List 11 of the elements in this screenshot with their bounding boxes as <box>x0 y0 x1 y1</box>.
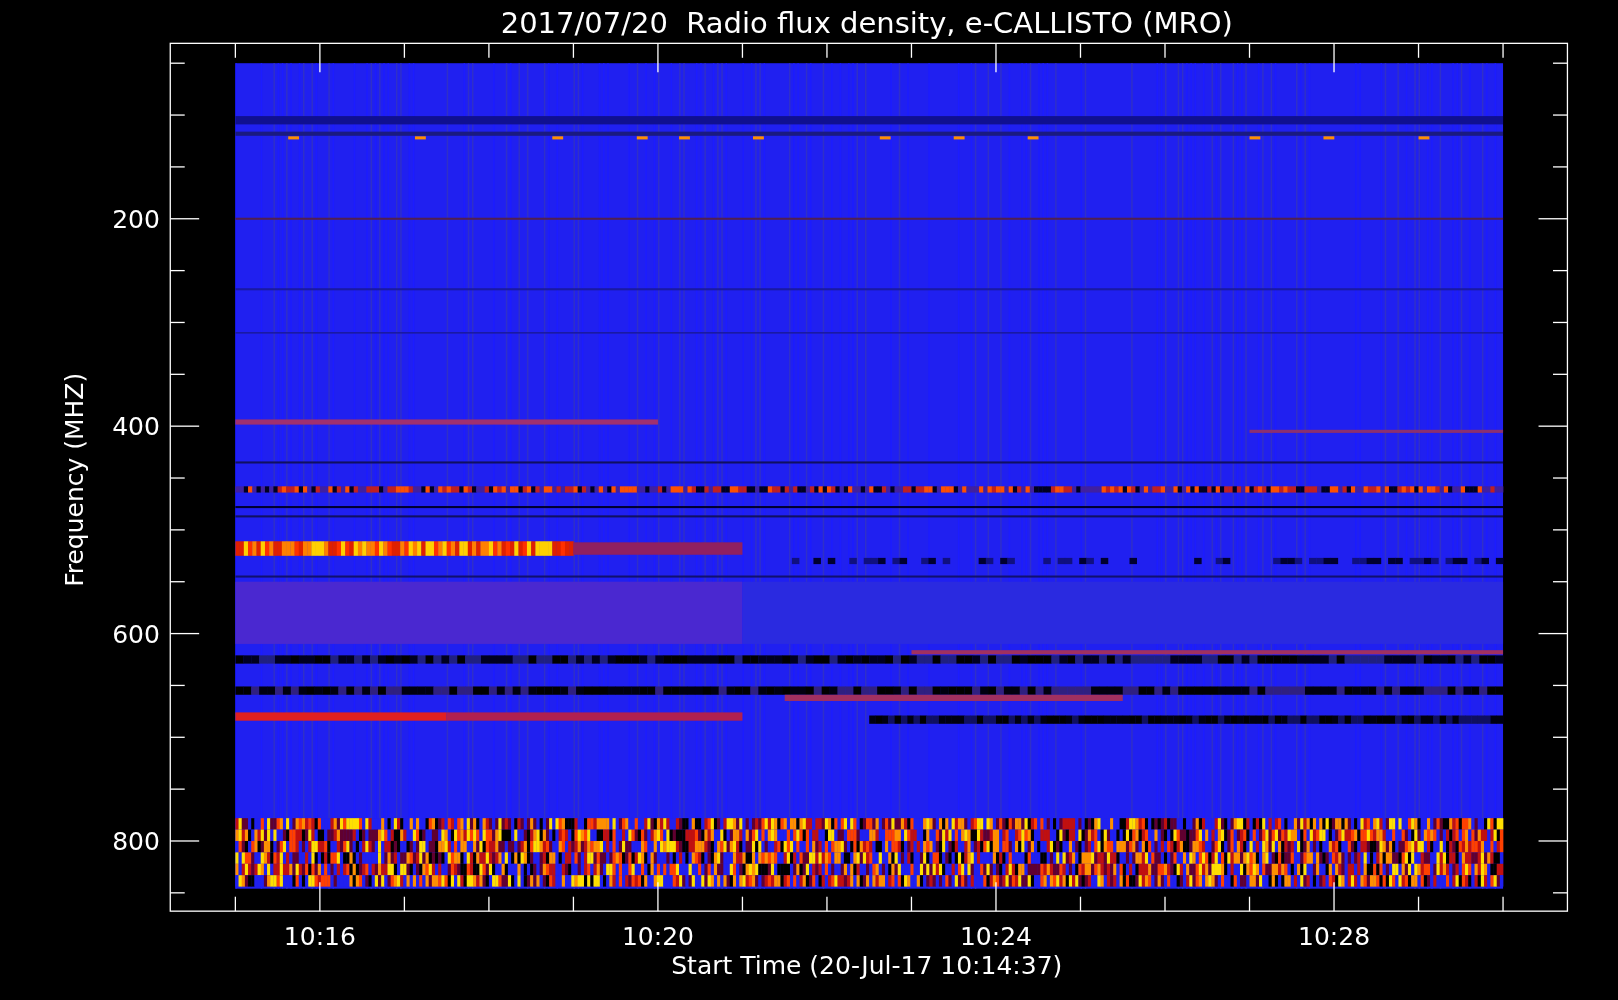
y-tick-label: 200 <box>112 204 160 234</box>
y-axis-label: Frequency (MHZ) <box>59 372 89 587</box>
chart-title: 2017/07/20 Radio flux density, e-CALLISTO (MRO) <box>500 6 1233 40</box>
y-tick-label: 800 <box>112 827 160 856</box>
y-tick-label: 400 <box>112 412 160 442</box>
x-tick-label: 10:24 <box>959 922 1032 952</box>
x-tick-label: 10:16 <box>283 922 356 952</box>
y-tick-label: 600 <box>112 619 160 649</box>
x-axis-label: Start Time (20-Jul-17 10:14:37) <box>671 951 1063 981</box>
x-tick-label: 10:20 <box>621 922 694 952</box>
x-tick-label: 10:28 <box>1298 922 1371 952</box>
